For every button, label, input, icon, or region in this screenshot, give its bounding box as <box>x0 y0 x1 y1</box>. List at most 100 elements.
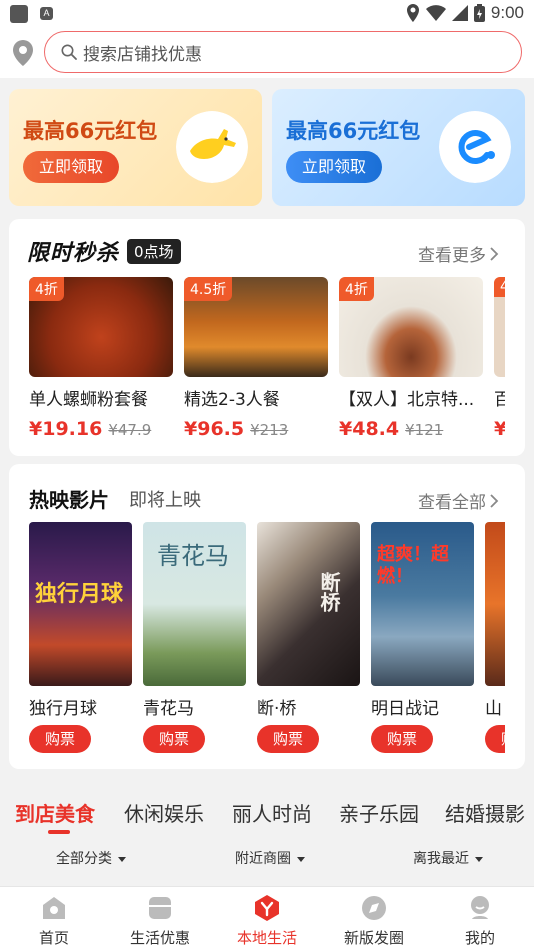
nav-home[interactable]: 首页 <box>14 893 94 948</box>
nav-label: 生活优惠 <box>129 929 190 947</box>
deal-image: 4折 <box>29 277 173 377</box>
nav-deals[interactable]: 生活优惠 <box>120 893 200 948</box>
deal-price: ¥96.5 <box>184 418 245 440</box>
chevron-right-icon <box>490 246 499 261</box>
wifi-icon <box>425 5 446 21</box>
search-bar: 搜索店铺找优惠 <box>0 28 534 78</box>
deal-card[interactable]: 4折 单人螺蛳粉套餐 ¥19.16 ¥47.9 <box>29 277 173 440</box>
clock-time: 9:00 <box>490 3 524 22</box>
discount-badge: 4.5折 <box>184 277 233 301</box>
deal-card[interactable]: 4 百 ¥ <box>494 277 505 440</box>
deal-price: ¥48.4 <box>339 418 400 440</box>
notification-icon <box>10 5 28 23</box>
movie-card[interactable]: 超爽！超燃！ 明日战记 购票 <box>371 522 474 753</box>
deal-image: 4.5折 <box>184 277 328 377</box>
deal-name: 单人螺蛳粉套餐 <box>29 390 148 410</box>
poster-title: 青花马 <box>157 542 229 570</box>
view-all-label: 查看全部 <box>418 493 486 513</box>
original-price: ¥47.9 <box>108 421 152 439</box>
deal-card[interactable]: 4.5折 精选2-3人餐 ¥96.5 ¥213 <box>184 277 328 440</box>
app-badge-icon: A <box>40 7 53 20</box>
movie-card[interactable]: 断桥 断·桥 购票 <box>257 522 360 753</box>
shop-icon <box>149 897 171 919</box>
filter-area[interactable]: 附近商圈 <box>235 848 305 868</box>
tab-wedding[interactable]: 结婚摄影 <box>445 798 525 827</box>
category-tabs: 到店美食 休闲娱乐 丽人时尚 亲子乐园 结婚摄影 <box>0 780 534 836</box>
poster-title: 独行月球 <box>35 582 124 607</box>
session-badge: 0点场 <box>127 238 181 264</box>
local-life-icon <box>255 895 279 921</box>
location-pin-icon[interactable] <box>12 40 34 66</box>
buy-ticket-button[interactable]: 购票 <box>29 725 91 753</box>
filter-sort[interactable]: 离我最近 <box>413 848 483 868</box>
status-bar: A 9:00 <box>0 0 534 28</box>
kangaroo-icon <box>176 111 248 183</box>
buy-ticket-button[interactable]: 购票 <box>143 725 205 753</box>
deal-image: 4折 <box>339 277 483 377</box>
movie-poster <box>485 522 505 686</box>
bottom-nav: 首页 生活优惠 本地生活 新版发圈 我的 <box>0 886 534 950</box>
search-icon <box>61 44 77 60</box>
deal-price: ¥19.16 <box>29 418 103 440</box>
compass-icon <box>362 896 386 920</box>
buy-ticket-button[interactable]: 购票 <box>485 725 505 753</box>
original-price: ¥213 <box>250 421 289 439</box>
movie-poster: 断桥 <box>257 522 360 686</box>
home-icon <box>43 897 65 919</box>
nav-moments[interactable]: 新版发圈 <box>334 893 414 948</box>
deal-price: ¥ <box>494 418 505 440</box>
discount-badge: 4折 <box>29 277 64 301</box>
eleme-icon <box>439 111 511 183</box>
movie-poster: 超爽！超燃！ <box>371 522 474 686</box>
tab-food[interactable]: 到店美食 <box>15 798 95 827</box>
coming-soon-tab[interactable]: 即将上映 <box>129 486 201 512</box>
search-input[interactable]: 搜索店铺找优惠 <box>44 31 522 73</box>
movie-name: 青花马 <box>143 699 194 719</box>
movies-section: 热映影片 即将上映 查看全部 独行月球 独行月球 购票 青花马 青花马 购票 断… <box>9 464 525 769</box>
deal-card[interactable]: 4折 【双人】北京特... ¥48.4 ¥121 <box>339 277 483 440</box>
promo-card-eleme[interactable]: 最高66元红包 立即领取 <box>272 89 525 206</box>
deal-image: 4 <box>494 277 505 377</box>
deal-name: 百 <box>494 390 505 410</box>
movie-poster: 青花马 <box>143 522 246 686</box>
view-more-link[interactable]: 查看更多 <box>418 241 499 266</box>
claim-button[interactable]: 立即领取 <box>286 151 382 183</box>
poster-title: 超爽！超燃！ <box>377 544 449 587</box>
nav-label: 新版发圈 <box>343 929 404 947</box>
tab-kids[interactable]: 亲子乐园 <box>339 798 419 827</box>
profile-icon <box>471 896 489 919</box>
poster-title: 断桥 <box>317 572 341 612</box>
movie-name: 明日战记 <box>371 699 439 719</box>
nav-local-life[interactable]: 本地生活 <box>227 893 307 948</box>
buy-ticket-button[interactable]: 购票 <box>371 725 433 753</box>
flash-sale-title: 限时秒杀 <box>27 241 120 266</box>
deal-name: 【双人】北京特... <box>339 390 475 410</box>
movie-card[interactable]: 山 购票 <box>485 522 505 753</box>
nav-label: 我的 <box>464 929 495 947</box>
filter-category[interactable]: 全部分类 <box>56 848 126 868</box>
movie-name: 独行月球 <box>29 699 97 719</box>
location-status-icon <box>406 4 419 22</box>
nav-label: 首页 <box>38 929 69 947</box>
filter-bar: 全部分类 附近商圈 离我最近 <box>0 840 534 876</box>
promo-card-meituan[interactable]: 最高66元红包 立即领取 <box>9 89 262 206</box>
active-tab-indicator <box>48 830 70 834</box>
nav-label: 本地生活 <box>236 929 297 947</box>
signal-icon <box>451 5 468 21</box>
search-placeholder: 搜索店铺找优惠 <box>83 44 202 65</box>
chevron-right-icon <box>490 493 499 508</box>
movie-card[interactable]: 青花马 青花马 购票 <box>143 522 246 753</box>
buy-ticket-button[interactable]: 购票 <box>257 725 319 753</box>
now-showing-tab[interactable]: 热映影片 <box>29 484 109 513</box>
original-price: ¥121 <box>405 421 444 439</box>
battery-icon <box>473 4 485 22</box>
claim-button[interactable]: 立即领取 <box>23 151 119 183</box>
movie-card[interactable]: 独行月球 独行月球 购票 <box>29 522 132 753</box>
nav-profile[interactable]: 我的 <box>440 893 520 948</box>
movie-name: 断·桥 <box>257 699 297 719</box>
tab-leisure[interactable]: 休闲娱乐 <box>124 798 204 827</box>
discount-badge: 4折 <box>339 277 374 301</box>
view-all-link[interactable]: 查看全部 <box>418 488 499 513</box>
tab-beauty[interactable]: 丽人时尚 <box>232 798 312 827</box>
discount-badge: 4 <box>494 277 505 297</box>
